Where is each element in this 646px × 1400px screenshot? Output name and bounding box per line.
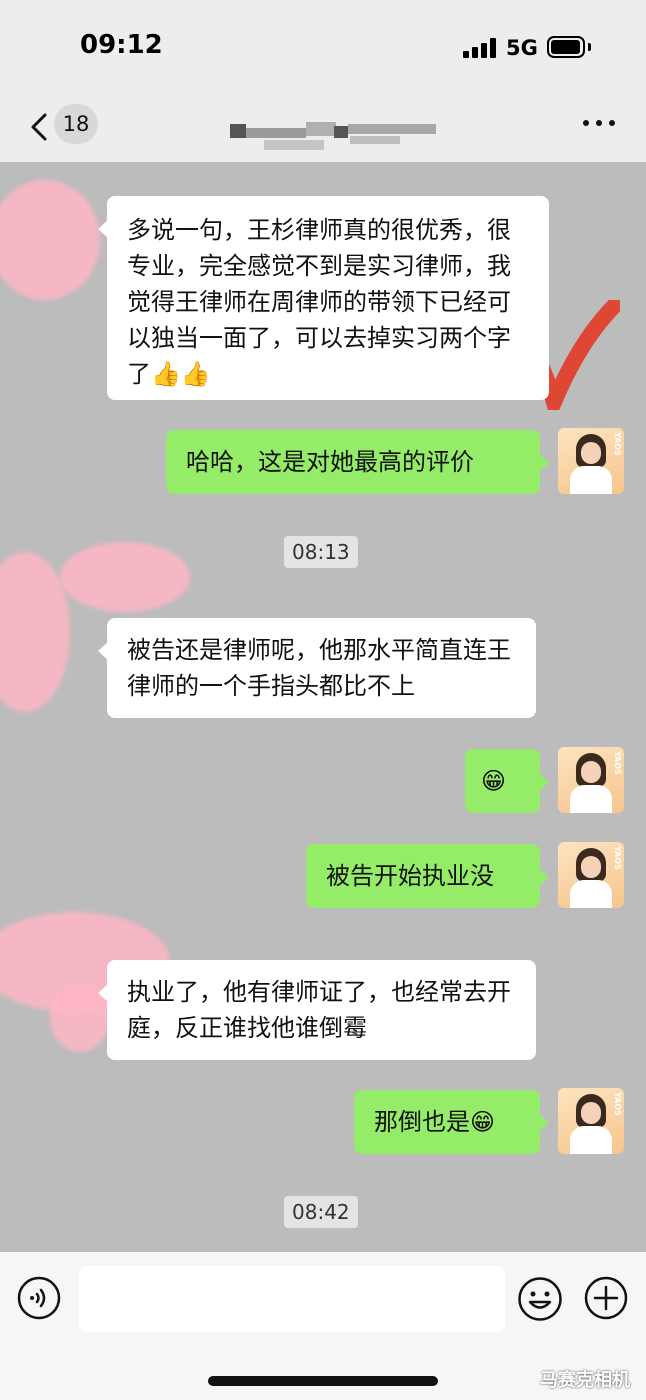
message-text: 多说一句，王杉律师真的很优秀，很专业，完全感觉不到是实习律师，我觉得王律师在周律…	[127, 216, 511, 388]
message-text: 被告开始执业没	[326, 862, 494, 890]
more-options-icon[interactable]	[583, 120, 617, 130]
message-text: 被告还是律师呢，他那水平简直连王律师的一个手指头都比不上	[127, 636, 511, 700]
message-text: 😁	[481, 767, 507, 795]
plus-icon[interactable]	[584, 1276, 628, 1320]
outgoing-message[interactable]: 那倒也是😁	[354, 1090, 549, 1154]
battery-icon	[547, 36, 585, 58]
watermark: 马赛克相机	[540, 1370, 630, 1391]
contact-name-pixelated	[230, 118, 436, 152]
unread-count-badge[interactable]: 18	[54, 104, 98, 144]
avatar-text: YAOS	[613, 432, 622, 456]
status-bar: 09:12 5G	[0, 0, 646, 96]
message-text: 那倒也是😁	[374, 1108, 496, 1136]
self-avatar[interactable]: YAOS	[558, 1088, 624, 1154]
chat-messages-area[interactable]: 多说一句，王杉律师真的很优秀，很专业，完全感觉不到是实习律师，我觉得王律师在周律…	[0, 162, 646, 1252]
message-text: 执业了，他有律师证了，也经常去开庭，反正谁找他谁倒霉	[127, 978, 511, 1042]
self-avatar[interactable]: YAOS	[558, 428, 624, 494]
status-time: 09:12	[80, 30, 163, 60]
message-input[interactable]	[79, 1266, 505, 1332]
outgoing-message[interactable]: 哈哈，这是对她最高的评价	[166, 430, 549, 494]
timestamp-label: 08:42	[284, 1196, 358, 1228]
back-chevron-icon[interactable]	[26, 112, 56, 142]
home-indicator	[208, 1376, 438, 1386]
outgoing-message[interactable]: 被告开始执业没	[306, 844, 549, 908]
self-avatar[interactable]: YAOS	[558, 747, 624, 813]
incoming-message[interactable]: 被告还是律师呢，他那水平简直连王律师的一个手指头都比不上	[98, 618, 536, 718]
timestamp-label: 08:13	[284, 536, 358, 568]
self-avatar[interactable]: YAOS	[558, 842, 624, 908]
signal-icon	[463, 38, 497, 58]
voice-input-icon[interactable]	[17, 1276, 61, 1320]
message-text: 哈哈，这是对她最高的评价	[186, 448, 474, 476]
emoji-icon[interactable]	[517, 1276, 563, 1322]
network-type: 5G	[506, 36, 538, 60]
pink-scribble-blob	[60, 542, 190, 612]
battery-tip	[588, 43, 591, 51]
incoming-message[interactable]: 执业了，他有律师证了，也经常去开庭，反正谁找他谁倒霉	[98, 960, 536, 1060]
outgoing-message[interactable]: 😁	[465, 749, 549, 813]
pink-scribble-blob	[0, 180, 100, 300]
incoming-message[interactable]: 多说一句，王杉律师真的很优秀，很专业，完全感觉不到是实习律师，我觉得王律师在周律…	[98, 196, 549, 400]
